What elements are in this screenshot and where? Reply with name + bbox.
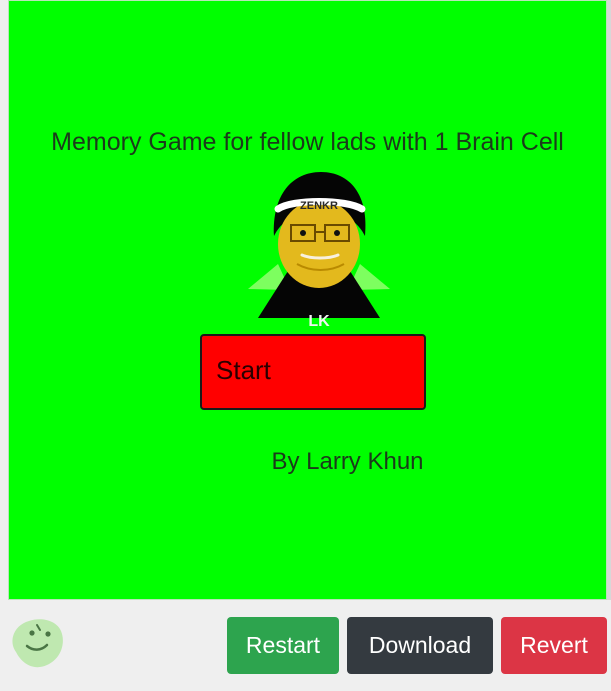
revert-button[interactable]: Revert: [501, 617, 607, 674]
app-page: Memory Game for fellow lads with 1 Brain…: [0, 0, 611, 691]
green-blob-mascot-icon: [12, 619, 63, 668]
game-title: Memory Game for fellow lads with 1 Brain…: [51, 128, 564, 156]
game-canvas[interactable]: Memory Game for fellow lads with 1 Brain…: [8, 0, 607, 600]
byline: By Larry Khun: [271, 448, 424, 475]
download-button[interactable]: Download: [347, 617, 493, 674]
avatar-illustration: ZENKR: [248, 172, 390, 318]
bottom-toolbar: Restart Download Revert: [0, 600, 611, 691]
avatar-initials: LK: [308, 313, 330, 330]
avatar: ZENKR LK: [244, 164, 394, 334]
avatar-left-eye: [300, 230, 306, 236]
avatar-headband-text: ZENKR: [300, 200, 338, 212]
avatar-face: [278, 200, 360, 288]
avatar-right-eye: [334, 230, 340, 236]
scrollbar-edge[interactable]: [607, 0, 611, 600]
restart-button[interactable]: Restart: [227, 617, 339, 674]
start-button[interactable]: Start: [200, 334, 426, 410]
